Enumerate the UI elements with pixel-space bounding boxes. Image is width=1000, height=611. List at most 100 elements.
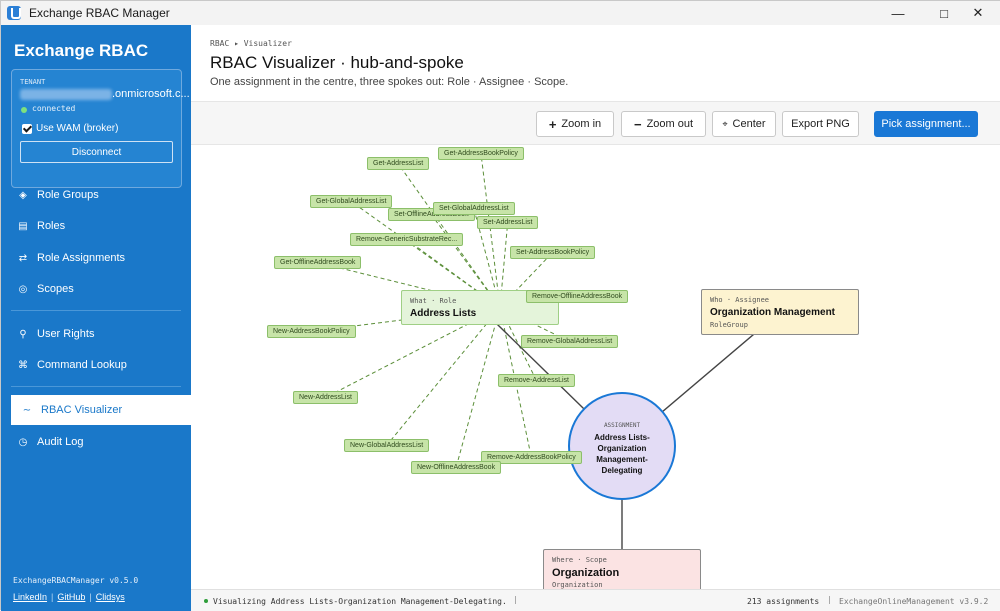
tenant-label: TENANT <box>20 78 46 86</box>
status-bar: Visualizing Address Lists-Organization M… <box>191 589 1000 611</box>
nav-label: Scopes <box>37 283 74 295</box>
footer-links: LinkedIn | GitHub | Clidsys <box>13 592 125 602</box>
cmdlet-chip[interactable]: Remove-OfflineAddressBook <box>526 290 629 303</box>
linkedin-link[interactable]: LinkedIn <box>13 592 47 602</box>
cmdlet-chip[interactable]: Get-AddressBookPolicy <box>438 147 524 160</box>
link-divider: | <box>51 592 54 602</box>
page-subtitle: One assignment in the centre, three spok… <box>210 76 569 88</box>
minimize-icon[interactable]: — <box>875 1 921 25</box>
nav-label: Role Assignments <box>37 252 126 264</box>
status-divider: | <box>513 595 518 604</box>
use-wam-label: Use WAM (broker) <box>36 123 119 134</box>
nav-divider <box>11 386 181 387</box>
connection-status-icon <box>21 107 27 113</box>
assignment-hub-node[interactable]: ASSIGNMENT Address Lists-Organization Ma… <box>568 392 676 500</box>
cmdlet-chip[interactable]: New-AddressBookPolicy <box>267 325 356 338</box>
nav-label: RBAC Visualizer <box>41 404 123 416</box>
assignee-node-title: Organization Management <box>710 307 836 318</box>
role-node-kicker: What · Role <box>410 297 457 305</box>
tenant-domain: .onmicrosoft.c... <box>112 88 190 100</box>
center-button[interactable]: ⌖ Center <box>712 111 776 137</box>
cmdlet-chip[interactable]: Remove-AddressList <box>498 374 575 387</box>
nav-item-scopes[interactable]: ◎ Scopes <box>1 274 191 304</box>
app-version: ExchangeRBACManager v0.5.0 <box>13 576 139 585</box>
nav-item-rbac-visualizer[interactable]: ∼ RBAC Visualizer <box>11 395 191 425</box>
export-png-button[interactable]: Export PNG <box>782 111 859 137</box>
cmdlet-chip[interactable]: Get-AddressList <box>367 157 430 170</box>
scope-node[interactable]: Where · Scope Organization Organization <box>543 549 701 589</box>
status-message: Visualizing Address Lists-Organization M… <box>213 597 507 606</box>
cmdlet-chip[interactable]: Set-AddressList <box>477 216 539 229</box>
cmdlet-chip[interactable]: New-AddressList <box>293 391 358 404</box>
role-node-title: Address Lists <box>410 308 477 319</box>
zoom-out-button[interactable]: − Zoom out <box>621 111 706 137</box>
window-title: Exchange RBAC Manager <box>29 6 170 20</box>
breadcrumb: RBAC ▸ Visualizer <box>210 39 292 48</box>
close-icon[interactable]: ✕ <box>955 1 1000 25</box>
nav-label: Role Groups <box>37 189 99 201</box>
nav-item-role-groups[interactable]: ◈ Role Groups <box>1 180 191 210</box>
zoom-in-button[interactable]: + Zoom in <box>536 111 614 137</box>
command-icon: ⌘ <box>18 359 28 371</box>
nav-label: Roles <box>37 220 66 232</box>
page-header: RBAC ▸ Visualizer RBAC Visualizer · hub-… <box>191 25 1000 101</box>
nav-item-audit-log[interactable]: ◷ Audit Log <box>1 427 191 457</box>
clidsys-link[interactable]: Clidsys <box>96 592 125 602</box>
pick-assignment-button[interactable]: Pick assignment... <box>874 111 978 137</box>
brand-title: Exchange RBAC <box>14 41 149 60</box>
tenant-panel: TENANT .onmicrosoft.c... connected Use W… <box>11 69 190 188</box>
cmdlet-chip[interactable]: Remove-GlobalAddressList <box>521 335 619 348</box>
cmdlet-chip[interactable]: Set-GlobalAddressList <box>433 202 515 215</box>
tenant-name-redacted <box>20 89 112 100</box>
crosshair-icon: ⌖ <box>722 118 728 129</box>
github-link[interactable]: GitHub <box>57 592 85 602</box>
assignee-node-type: RoleGroup <box>710 321 748 329</box>
nav-label: User Rights <box>37 328 95 340</box>
key-icon: ⚲ <box>19 328 27 340</box>
cmdlet-edge <box>386 307 501 446</box>
module-version: ExchangeOnlineManagement v3.9.2 <box>839 597 989 606</box>
nav-item-roles[interactable]: ▤ Roles <box>1 211 191 241</box>
page-title: RBAC Visualizer · hub-and-spoke <box>210 53 464 72</box>
cmdlet-chip[interactable]: New-OfflineAddressBook <box>411 461 502 474</box>
target-icon: ◎ <box>18 283 28 295</box>
graph-canvas[interactable]: What · Role Address Lists Who · Assignee… <box>191 146 1000 589</box>
cmdlet-edge <box>455 307 501 468</box>
center-label: Center <box>732 118 766 130</box>
app-logo-icon <box>7 6 21 20</box>
disconnect-button[interactable]: Disconnect <box>20 141 173 163</box>
diamond-icon: ◈ <box>19 189 27 201</box>
status-ok-icon <box>204 599 208 603</box>
sidebar: Exchange RBAC TENANT .onmicrosoft.c... c… <box>1 25 191 611</box>
zoom-out-label: Zoom out <box>646 118 694 130</box>
cmdlet-chip[interactable]: New-GlobalAddressList <box>344 439 430 452</box>
plus-icon: + <box>548 116 557 132</box>
nav-label: Audit Log <box>37 436 84 448</box>
list-icon: ▤ <box>18 220 28 232</box>
status-divider: | <box>827 595 832 604</box>
scope-node-type: Organization <box>552 581 603 589</box>
nav-item-command-lookup[interactable]: ⌘ Command Lookup <box>1 350 191 380</box>
cmdlet-chip[interactable]: Set-AddressBookPolicy <box>510 246 596 259</box>
nav-divider <box>11 310 181 311</box>
title-bar: Exchange RBAC Manager — □ ✕ <box>1 1 1000 25</box>
zoom-in-label: Zoom in <box>561 118 602 130</box>
app-window: Exchange RBAC Manager — □ ✕ Exchange RBA… <box>0 0 1000 611</box>
swap-icon: ⇄ <box>18 252 28 264</box>
minus-icon: − <box>633 116 642 132</box>
use-wam-checkbox[interactable] <box>22 124 32 134</box>
hub-title: Address Lists-Organization Management-De… <box>594 433 650 475</box>
assignee-node[interactable]: Who · Assignee Organization Management R… <box>701 289 859 335</box>
cmdlet-chip[interactable]: Get-GlobalAddressList <box>310 195 393 208</box>
link-divider: | <box>89 592 92 602</box>
cmdlet-chip[interactable]: Remove-GenericSubstrateRec... <box>350 233 464 246</box>
hub-kicker: ASSIGNMENT <box>603 422 641 429</box>
nav-item-user-rights[interactable]: ⚲ User Rights <box>1 319 191 349</box>
assignee-node-kicker: Who · Assignee <box>710 296 770 304</box>
nav-item-role-assignments[interactable]: ⇄ Role Assignments <box>1 243 191 273</box>
main-panel: RBAC ▸ Visualizer RBAC Visualizer · hub-… <box>191 25 1000 611</box>
assignment-count: 213 assignments <box>747 597 820 606</box>
connection-status: connected <box>32 104 76 113</box>
cmdlet-chip[interactable]: Get-OfflineAddressBook <box>274 256 362 269</box>
scope-node-kicker: Where · Scope <box>552 556 607 564</box>
